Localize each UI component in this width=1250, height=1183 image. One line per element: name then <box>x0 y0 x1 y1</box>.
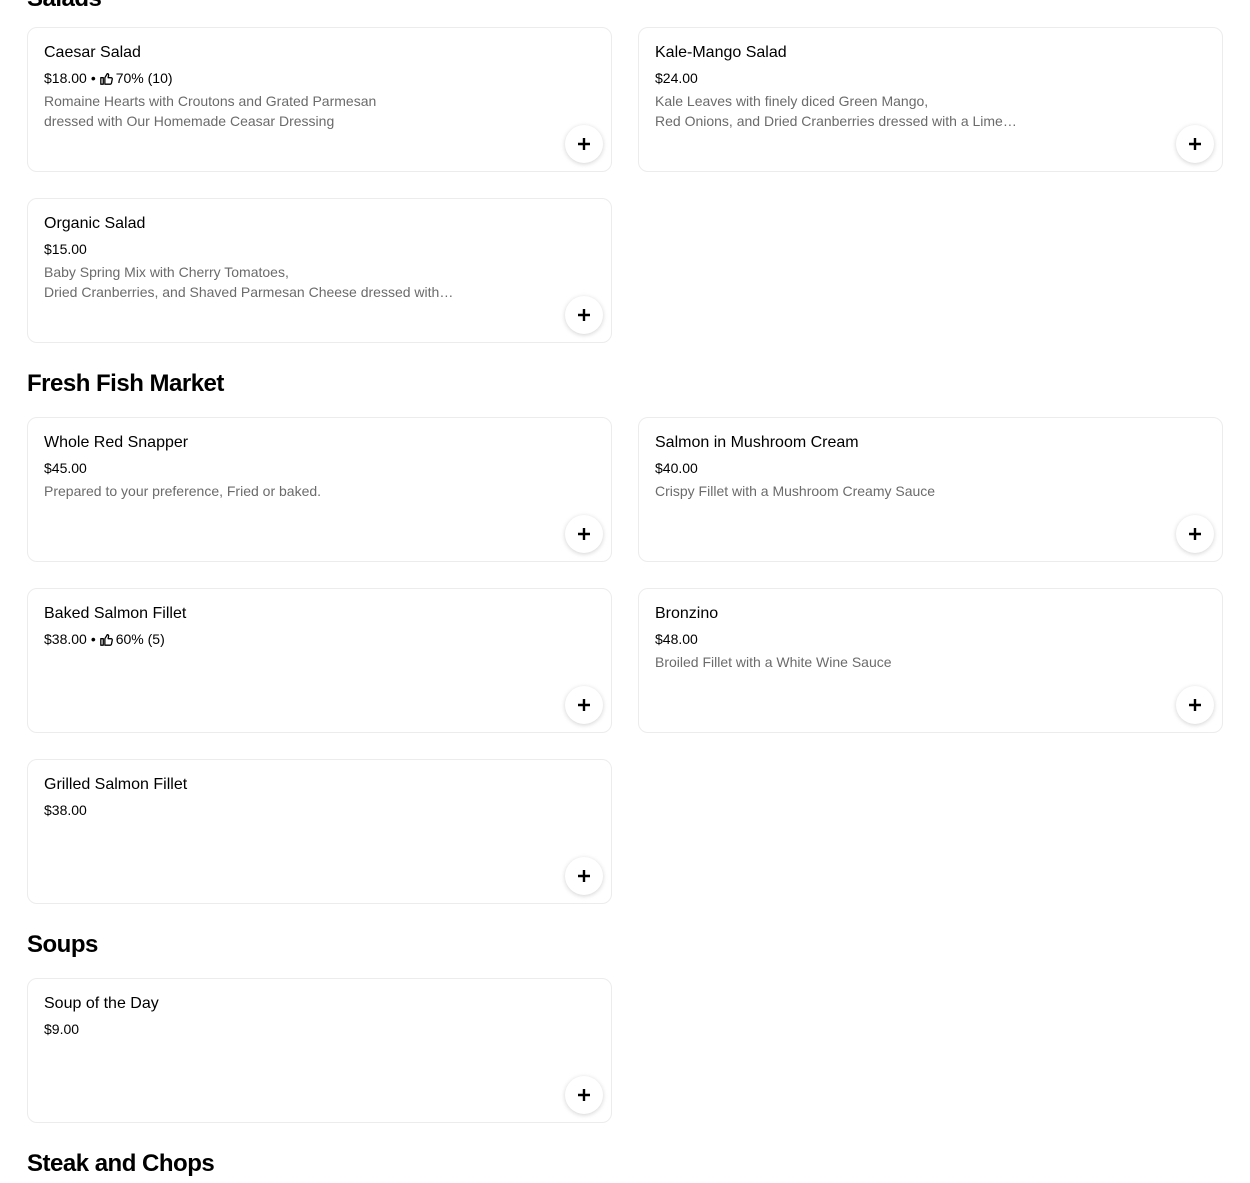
section-title-soups: Soups <box>27 931 98 958</box>
menu-item-soup-of-the-day[interactable]: Soup of the Day $9.00 <box>27 978 612 1123</box>
separator-dot: • <box>90 631 96 647</box>
item-price: $45.00 <box>44 460 87 476</box>
item-price-line: $9.00 <box>44 1020 79 1038</box>
add-item-button[interactable] <box>565 296 603 334</box>
item-description: Prepared to your preference, Fried or ba… <box>44 483 322 499</box>
plus-icon <box>578 309 590 321</box>
item-price: $40.00 <box>655 460 698 476</box>
item-price-line: $48.00 <box>655 630 698 648</box>
thumbs-up-icon <box>99 72 113 85</box>
item-name: Bronzino <box>655 605 719 622</box>
item-rating: 70% (10) <box>115 70 173 86</box>
item-name: Soup of the Day <box>44 995 159 1012</box>
add-item-button[interactable] <box>565 686 603 724</box>
plus-icon <box>578 870 590 882</box>
item-price: $38.00 <box>44 631 87 647</box>
menu-item-whole-red-snapper[interactable]: Whole Red Snapper $45.00 Prepared to you… <box>27 417 612 562</box>
section-title-salads: Salads <box>27 0 102 13</box>
add-item-button[interactable] <box>565 1076 603 1114</box>
item-name: Kale-Mango Salad <box>655 44 787 61</box>
separator-dot: • <box>90 70 96 86</box>
item-price-line: $15.00 <box>44 240 87 258</box>
add-item-button[interactable] <box>1176 686 1214 724</box>
item-name: Organic Salad <box>44 215 146 232</box>
item-name: Grilled Salmon Fillet <box>44 776 188 793</box>
menu-item-bronzino[interactable]: Bronzino $48.00 Broiled Fillet with a Wh… <box>638 588 1223 733</box>
item-price: $48.00 <box>655 631 698 647</box>
menu-item-salmon-in-mushroom-cream[interactable]: Salmon in Mushroom Cream $40.00 Crispy F… <box>638 417 1223 562</box>
add-item-button[interactable] <box>1176 125 1214 163</box>
item-description: Crispy Fillet with a Mushroom Creamy Sau… <box>655 483 936 499</box>
item-description: Kale Leaves with finely diced Green Mang… <box>655 93 1017 129</box>
item-price: $18.00 <box>44 70 87 86</box>
item-price: $24.00 <box>655 70 698 86</box>
item-price-line: $38.00 • 60% (5) <box>44 630 165 648</box>
item-price: $9.00 <box>44 1021 80 1037</box>
add-item-button[interactable] <box>1176 515 1214 553</box>
menu-item-grilled-salmon-fillet[interactable]: Grilled Salmon Fillet $38.00 <box>27 759 612 904</box>
plus-icon <box>1189 138 1201 150</box>
item-price-line: $24.00 <box>655 69 698 87</box>
plus-icon <box>578 699 590 711</box>
plus-icon <box>1189 528 1201 540</box>
item-rating: 60% (5) <box>115 631 165 647</box>
add-item-button[interactable] <box>565 515 603 553</box>
item-price: $15.00 <box>44 241 87 257</box>
plus-icon <box>1189 699 1201 711</box>
item-description: Broiled Fillet with a White Wine Sauce <box>655 654 892 670</box>
item-price: $38.00 <box>44 802 87 818</box>
menu-item-baked-salmon-fillet[interactable]: Baked Salmon Fillet $38.00 • 60% (5) <box>27 588 612 733</box>
section-title-fresh-fish-market: Fresh Fish Market <box>27 370 224 397</box>
menu-item-organic-salad[interactable]: Organic Salad $15.00 Baby Spring Mix wit… <box>27 198 612 343</box>
item-name: Whole Red Snapper <box>44 434 189 451</box>
thumbs-up-icon <box>99 633 113 646</box>
section-title-steak-and-chops: Steak and Chops <box>27 1150 215 1177</box>
item-price-line: $40.00 <box>655 459 698 477</box>
plus-icon <box>578 1089 590 1101</box>
item-price-line: $38.00 <box>44 801 87 819</box>
add-item-button[interactable] <box>565 125 603 163</box>
menu-item-kale-mango-salad[interactable]: Kale-Mango Salad $24.00 Kale Leaves with… <box>638 27 1223 172</box>
add-item-button[interactable] <box>565 857 603 895</box>
plus-icon <box>578 528 590 540</box>
item-name: Salmon in Mushroom Cream <box>655 434 859 451</box>
item-name: Caesar Salad <box>44 44 141 61</box>
item-description: Romaine Hearts with Croutons and Grated … <box>44 93 377 129</box>
plus-icon <box>578 138 590 150</box>
item-price-line: $45.00 <box>44 459 87 477</box>
item-price-line: $18.00 • 70% (10) <box>44 69 173 87</box>
item-description: Baby Spring Mix with Cherry Tomatoes, Dr… <box>44 264 454 300</box>
item-name: Baked Salmon Fillet <box>44 605 187 622</box>
menu-item-caesar-salad[interactable]: Caesar Salad $18.00 • 70% (10) Romaine H… <box>27 27 612 172</box>
